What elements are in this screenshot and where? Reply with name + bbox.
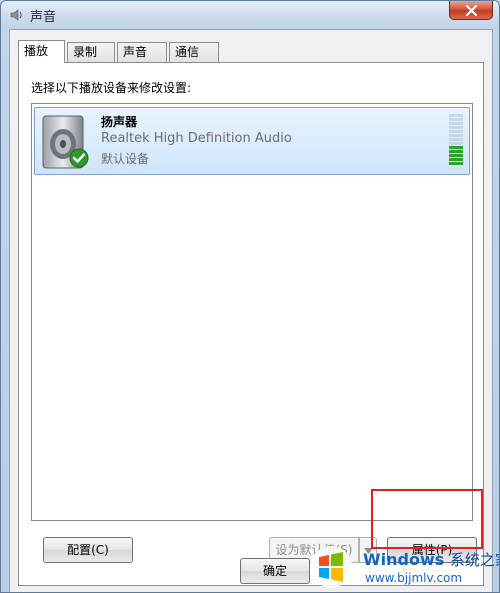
meter-bar bbox=[449, 122, 463, 125]
device-item-speaker[interactable]: 扬声器 Realtek High Definition Audio 默认设备 bbox=[34, 107, 470, 175]
device-status: 默认设备 bbox=[101, 152, 150, 166]
tab-label: 通信 bbox=[175, 45, 200, 59]
watermark: Windows 系统之家 www.bjjmlv.com bbox=[301, 537, 499, 592]
meter-bar bbox=[449, 126, 463, 129]
tab-playback[interactable]: 播放 bbox=[18, 40, 65, 63]
tab-recording[interactable]: 录制 bbox=[67, 42, 115, 62]
watermark-brand-cn: 系统之家 bbox=[449, 551, 499, 569]
watermark-brand-en: Windows bbox=[363, 550, 445, 569]
device-driver: Realtek High Definition Audio bbox=[101, 131, 292, 146]
close-icon bbox=[465, 5, 478, 16]
meter-bar bbox=[449, 114, 463, 117]
tab-label: 声音 bbox=[123, 45, 148, 59]
tab-label: 播放 bbox=[24, 44, 49, 58]
watermark-url: www.bjjmlv.com bbox=[365, 571, 463, 585]
tab-communications[interactable]: 通信 bbox=[169, 42, 219, 62]
windows-logo-icon bbox=[310, 546, 352, 588]
meter-bar bbox=[449, 162, 463, 165]
meter-bar bbox=[449, 158, 463, 161]
window-title: 声音 bbox=[30, 10, 57, 25]
configure-button[interactable]: 配置(C) bbox=[43, 537, 133, 563]
device-name: 扬声器 bbox=[101, 115, 138, 129]
meter-bar bbox=[449, 142, 463, 145]
ok-button[interactable]: 确定 bbox=[240, 558, 310, 584]
tab-label: 录制 bbox=[73, 45, 98, 59]
meter-bar bbox=[449, 154, 463, 157]
check-icon bbox=[69, 148, 89, 168]
meter-bar bbox=[449, 138, 463, 141]
watermark-brand: Windows 系统之家 bbox=[363, 549, 499, 570]
meter-bar bbox=[449, 130, 463, 133]
tab-sounds[interactable]: 声音 bbox=[117, 42, 167, 62]
close-button[interactable] bbox=[449, 1, 493, 20]
instruction-text: 选择以下播放设备来修改设置: bbox=[31, 81, 192, 95]
device-list[interactable]: 扬声器 Realtek High Definition Audio 默认设备 bbox=[31, 103, 473, 521]
meter-bar bbox=[449, 118, 463, 121]
meter-bar bbox=[449, 150, 463, 153]
title-bar[interactable]: 声音 bbox=[1, 1, 499, 29]
volume-level-meter bbox=[449, 114, 463, 166]
meter-bar bbox=[449, 134, 463, 137]
speaker-title-icon bbox=[10, 9, 22, 21]
sound-dialog-window: 声音 播放 录制 声音 通信 选择以下播放设备来修改设置: 扬声器 Realte… bbox=[0, 0, 500, 593]
meter-bar bbox=[449, 146, 463, 149]
